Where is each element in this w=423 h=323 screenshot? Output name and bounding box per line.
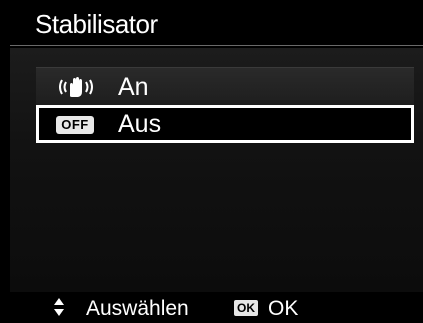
off-badge-icon: OFF xyxy=(56,111,96,137)
ok-button-icon: OK xyxy=(234,300,258,316)
option-off-label: Aus xyxy=(118,110,162,138)
ok-hint-label: OK xyxy=(268,297,299,320)
footer-bar: Auswählen OK OK xyxy=(10,292,423,320)
image-stabilizer-hand-icon xyxy=(56,74,96,100)
option-off[interactable]: OFF Aus xyxy=(36,105,414,143)
option-on-label: An xyxy=(118,73,149,101)
off-badge-text: OFF xyxy=(56,116,94,134)
select-hint-label: Auswählen xyxy=(86,297,189,320)
option-on[interactable]: An xyxy=(36,67,414,105)
menu-title: Stabilisator xyxy=(35,9,158,39)
title-bar: Stabilisator xyxy=(10,0,423,46)
up-down-arrows-icon xyxy=(52,296,66,318)
